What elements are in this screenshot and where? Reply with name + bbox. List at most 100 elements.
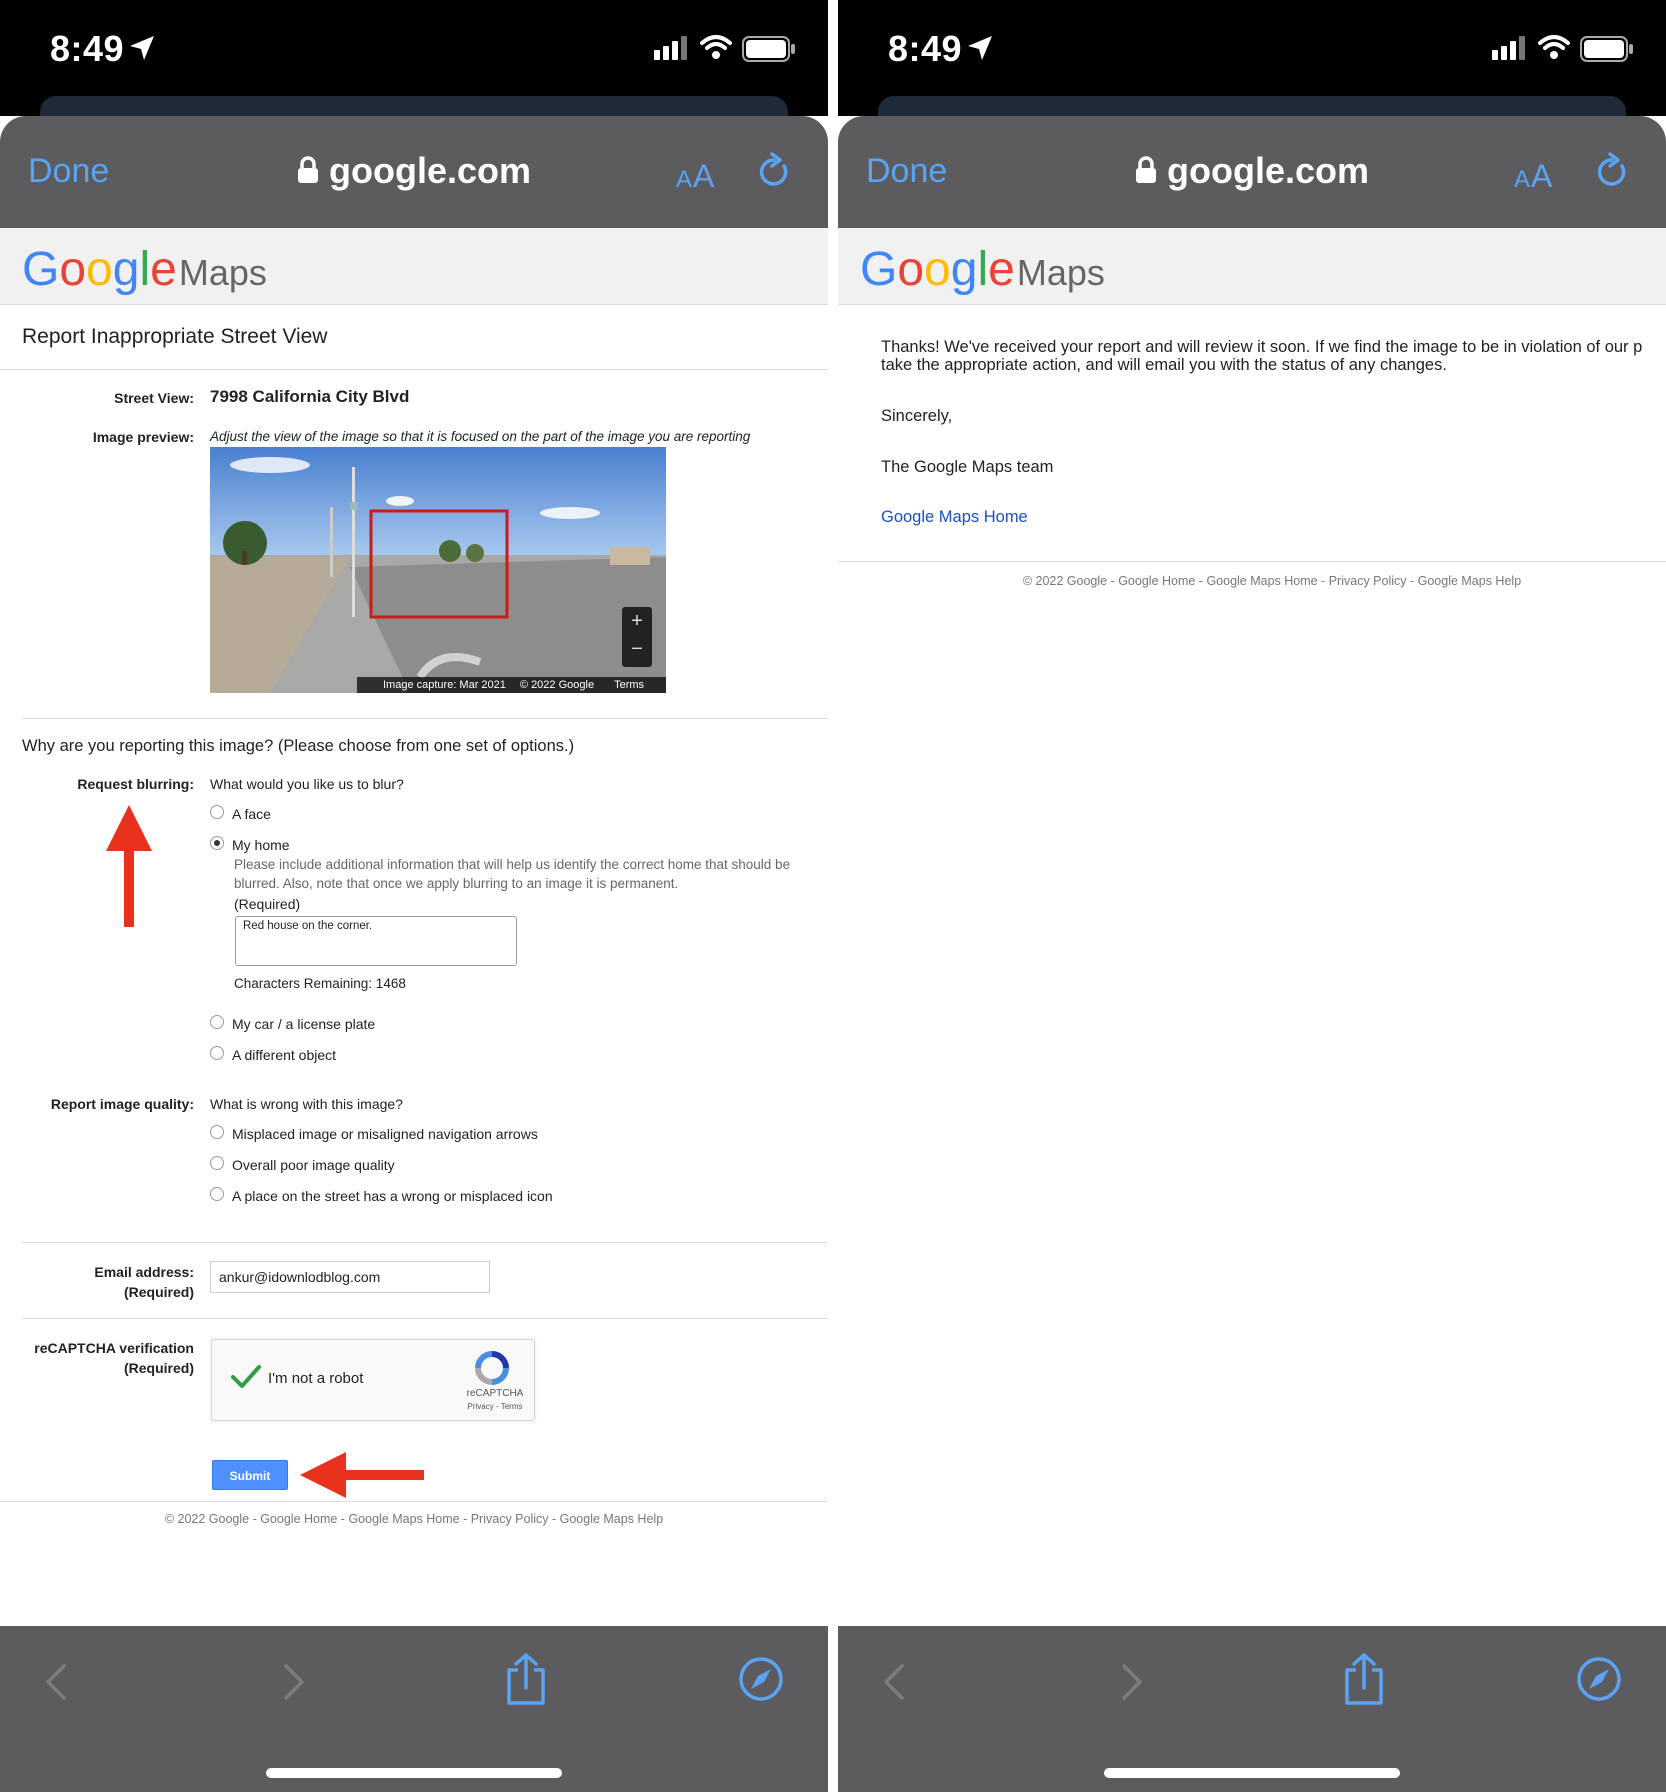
forward-arrow-icon[interactable] (1120, 1662, 1144, 1702)
status-bar: 8:49 (0, 0, 828, 126)
wifi-icon (700, 35, 732, 59)
page-title: Report Inappropriate Street View (22, 325, 328, 348)
zoom-out-button[interactable]: − (622, 635, 652, 663)
cellular-signal-icon (654, 36, 687, 60)
wifi-icon (1538, 35, 1570, 59)
quality-misplaced-label[interactable]: Misplaced image or misaligned navigation… (232, 1124, 538, 1144)
forward-arrow-icon[interactable] (282, 1662, 306, 1702)
image-preview-hint: Adjust the view of the image so that it … (210, 429, 751, 444)
annotation-arrow-up (106, 805, 152, 927)
location-arrow-icon (968, 36, 992, 60)
logo-letter: o (86, 243, 113, 296)
recaptcha-widget[interactable]: I'm not a robot reCAPTCHA Privacy - Term… (211, 1339, 535, 1421)
street-view-image[interactable] (210, 447, 666, 693)
text-size-button[interactable]: AA (676, 158, 715, 195)
zoom-in-button[interactable]: + (622, 607, 652, 635)
quality-misplaced-radio[interactable] (210, 1125, 224, 1139)
screen-confirmation: 8:49 Done google.com AA GoogleMaps Thank… (838, 0, 1666, 1792)
email-required: (Required) (124, 1284, 194, 1300)
recaptcha-terms[interactable]: Privacy - Terms (460, 1402, 530, 1411)
footer-links[interactable]: © 2022 Google - Google Home - Google Map… (858, 574, 1666, 588)
divider (0, 1501, 828, 1502)
blur-home-label[interactable]: My home (232, 835, 290, 855)
quality-poor-label[interactable]: Overall poor image quality (232, 1155, 395, 1175)
compass-icon[interactable] (1576, 1656, 1622, 1702)
confirmation-content: Thanks! We've received your report and w… (838, 305, 1666, 1625)
status-time: 8:49 (50, 28, 125, 69)
google-maps-header: GoogleMaps (0, 228, 828, 305)
blur-car-label[interactable]: My car / a license plate (232, 1014, 375, 1034)
confirmation-line-2: take the appropriate action, and will em… (881, 356, 1447, 374)
blur-question: What would you like us to blur? (210, 776, 404, 792)
google-maps-logo[interactable]: GoogleMaps (22, 246, 267, 297)
share-icon[interactable] (504, 1652, 548, 1706)
checkmark-icon[interactable] (230, 1364, 262, 1390)
share-icon[interactable] (1342, 1652, 1386, 1706)
battery-icon (742, 36, 795, 62)
recaptcha-required: (Required) (124, 1360, 194, 1376)
logo-letter: o (897, 243, 925, 296)
divider (838, 561, 1666, 562)
google-maps-home-link[interactable]: Google Maps Home (881, 508, 1028, 527)
street-view-label: Street View: (114, 390, 194, 406)
logo-letter: o (59, 243, 87, 296)
street-view-preview[interactable]: + − Image capture: Mar 2021 © 2022 Google T… (210, 447, 666, 693)
status-time: 8:49 (888, 28, 963, 69)
compass-icon[interactable] (738, 1656, 784, 1702)
quality-poor-radio[interactable] (210, 1156, 224, 1170)
home-indicator (266, 1768, 562, 1778)
location-arrow-icon (130, 36, 154, 60)
reload-icon[interactable] (1594, 152, 1630, 192)
divider (22, 718, 828, 719)
recaptcha-text: I'm not a robot (268, 1370, 364, 1387)
text-size-button[interactable]: AA (1514, 158, 1553, 195)
panel-separator (828, 0, 838, 1792)
home-indicator (1104, 1768, 1400, 1778)
cellular-signal-icon (1492, 36, 1525, 60)
email-label-text: Email address: (94, 1264, 194, 1280)
zoom-control[interactable]: + − (622, 607, 652, 667)
email-label: Email address: (Required) (94, 1262, 194, 1302)
blur-car-radio[interactable] (210, 1015, 224, 1029)
footer-links[interactable]: © 2022 Google - Google Home - Google Map… (0, 1512, 828, 1526)
logo-maps-word: Maps (1016, 252, 1105, 293)
aa-big-glyph: A (693, 158, 716, 194)
image-terms-link[interactable]: Terms (614, 679, 644, 691)
characters-remaining: Characters Remaining: 1468 (234, 976, 406, 991)
blur-face-radio[interactable] (210, 805, 224, 819)
back-arrow-icon[interactable] (44, 1662, 68, 1702)
divider (22, 1318, 828, 1319)
blur-object-label[interactable]: A different object (232, 1045, 336, 1065)
logo-letter: g (950, 243, 978, 296)
google-maps-logo[interactable]: GoogleMaps (860, 246, 1105, 297)
browser-bottom-toolbar (838, 1626, 1666, 1792)
recaptcha-label: reCAPTCHA verification (Required) (34, 1338, 194, 1378)
blur-home-radio[interactable] (210, 836, 224, 850)
annotation-arrow-left (300, 1452, 424, 1498)
reason-question: Why are you reporting this image? (Pleas… (22, 737, 575, 755)
logo-maps-word: Maps (178, 252, 267, 293)
logo-letter: G (860, 243, 898, 296)
divider (22, 1242, 828, 1243)
sincerely-text: Sincerely, (881, 407, 953, 425)
recaptcha-brand: reCAPTCHA (466, 1388, 524, 1399)
quality-icon-label[interactable]: A place on the street has a wrong or mis… (232, 1186, 553, 1206)
back-arrow-icon[interactable] (882, 1662, 906, 1702)
image-quality-label: Report image quality: (50, 1096, 194, 1112)
blur-object-radio[interactable] (210, 1046, 224, 1060)
street-view-value: 7998 California City Blvd (210, 387, 410, 406)
home-details-textarea[interactable]: Red house on the corner. (235, 916, 517, 966)
blur-face-label[interactable]: A face (232, 804, 271, 824)
quality-icon-radio[interactable] (210, 1187, 224, 1201)
image-preview-label: Image preview: (92, 429, 194, 445)
url-text: google.com (328, 150, 531, 191)
email-input[interactable] (210, 1261, 490, 1293)
report-form: Report Inappropriate Street View Street … (0, 305, 828, 1625)
submit-button[interactable]: Submit (212, 1460, 288, 1490)
reload-icon[interactable] (756, 152, 792, 192)
lock-icon (1135, 156, 1156, 184)
url-text: google.com (1166, 150, 1369, 191)
aa-big-glyph: A (1531, 158, 1554, 194)
recaptcha-label-text: reCAPTCHA verification (34, 1340, 194, 1356)
logo-letter: g (112, 243, 140, 296)
